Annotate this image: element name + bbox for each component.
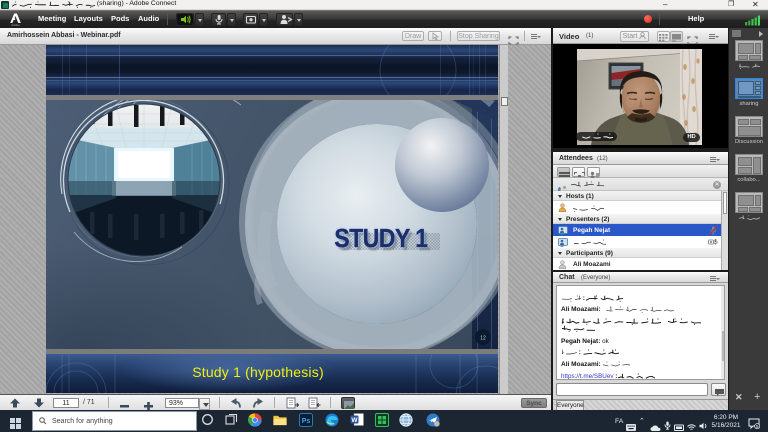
- svg-text:Ps: Ps: [302, 418, 311, 425]
- svg-text:W: W: [351, 417, 358, 424]
- svg-text:12: 12: [480, 336, 486, 342]
- svg-text:Adobe: Adobe: [11, 23, 20, 27]
